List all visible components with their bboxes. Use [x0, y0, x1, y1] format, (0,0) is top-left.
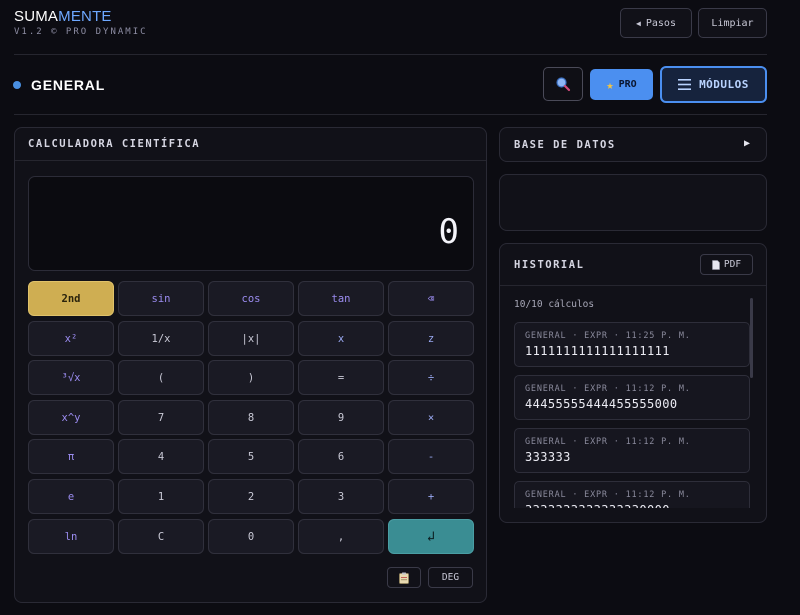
- cube-root-key[interactable]: ³√x: [28, 360, 114, 395]
- digit-7-key[interactable]: 7: [118, 400, 204, 435]
- calculator-title: CALCULADORA CIENTÍFICA: [28, 138, 201, 150]
- power-key[interactable]: x^y: [28, 400, 114, 435]
- digit-5-key[interactable]: 5: [208, 439, 294, 474]
- pro-label: PRO: [618, 79, 637, 90]
- search-button[interactable]: [543, 67, 583, 101]
- brand-part1: SUMA: [14, 8, 59, 25]
- cos-key[interactable]: cos: [208, 281, 294, 316]
- angle-mode-button[interactable]: DEG: [428, 567, 473, 588]
- history-item[interactable]: GENERAL · EXPR · 11:25 P. M. 11111111111…: [514, 322, 750, 367]
- pro-button[interactable]: ★ PRO: [590, 69, 653, 100]
- second-function-key[interactable]: 2nd: [28, 281, 114, 316]
- multiply-key[interactable]: ×: [388, 400, 474, 435]
- database-title: BASE DE DATOS: [514, 139, 616, 151]
- modules-label: MÓDULOS: [699, 78, 749, 91]
- clear-button[interactable]: Limpiar: [698, 8, 767, 38]
- header-divider: [14, 54, 767, 55]
- clear-key[interactable]: C: [118, 519, 204, 554]
- history-item-meta: GENERAL · EXPR · 11:25 P. M.: [525, 331, 691, 341]
- subtract-key[interactable]: -: [388, 439, 474, 474]
- open-paren-key[interactable]: (: [118, 360, 204, 395]
- history-scrollbar[interactable]: [750, 298, 753, 378]
- clipboard-icon: [399, 572, 409, 584]
- history-item-meta: GENERAL · EXPR · 11:12 P. M.: [525, 490, 691, 500]
- expand-arrow-icon[interactable]: ▶: [744, 138, 750, 149]
- reciprocal-key[interactable]: 1/x: [118, 321, 204, 356]
- calculator-display: 0: [28, 176, 474, 271]
- equals-key[interactable]: =: [298, 360, 384, 395]
- digit-2-key[interactable]: 2: [208, 479, 294, 514]
- history-item-meta: GENERAL · EXPR · 11:12 P. M.: [525, 437, 691, 447]
- section-title: GENERAL: [31, 77, 106, 93]
- digit-4-key[interactable]: 4: [118, 439, 204, 474]
- version-label: V1.2 © PRO DYNAMIC: [14, 27, 148, 37]
- digit-1-key[interactable]: 1: [118, 479, 204, 514]
- x-variable-key[interactable]: x: [298, 321, 384, 356]
- history-item-meta: GENERAL · EXPR · 11:12 P. M.: [525, 384, 691, 394]
- history-item[interactable]: GENERAL · EXPR · 11:12 P. M. 44455555444…: [514, 375, 750, 420]
- digit-6-key[interactable]: 6: [298, 439, 384, 474]
- tan-key[interactable]: tan: [298, 281, 384, 316]
- backspace-key[interactable]: ⌫: [388, 281, 474, 316]
- history-divider: [500, 285, 766, 286]
- absolute-value-key[interactable]: |x|: [208, 321, 294, 356]
- digit-8-key[interactable]: 8: [208, 400, 294, 435]
- steps-button[interactable]: ◀ Pasos: [620, 8, 692, 38]
- history-item-value: 3333333333333330000: [525, 503, 739, 508]
- history-item-value: 333333: [525, 450, 571, 464]
- history-count: 10/10 cálculos: [514, 299, 595, 310]
- export-pdf-button[interactable]: PDF: [700, 254, 753, 275]
- square-key[interactable]: x²: [28, 321, 114, 356]
- close-paren-key[interactable]: ): [208, 360, 294, 395]
- notes-button[interactable]: [387, 567, 421, 588]
- divide-key[interactable]: ÷: [388, 360, 474, 395]
- decimal-comma-key[interactable]: ,: [298, 519, 384, 554]
- digit-3-key[interactable]: 3: [298, 479, 384, 514]
- menu-icon: [678, 79, 692, 90]
- enter-key[interactable]: ↲: [388, 519, 474, 554]
- star-icon: ★: [606, 77, 614, 92]
- sin-key[interactable]: sin: [118, 281, 204, 316]
- history-title: HISTORIAL: [514, 259, 585, 271]
- calculator-divider: [15, 160, 486, 161]
- document-icon: [712, 259, 720, 270]
- euler-key[interactable]: e: [28, 479, 114, 514]
- ln-key[interactable]: ln: [28, 519, 114, 554]
- toolbar-divider: [14, 114, 767, 115]
- history-list: GENERAL · EXPR · 11:25 P. M. 11111111111…: [514, 322, 750, 508]
- back-arrow-icon: ◀: [636, 18, 641, 28]
- modules-button[interactable]: MÓDULOS: [660, 66, 767, 103]
- app-logo: SUMAMENTE: [14, 8, 112, 25]
- steps-label: Pasos: [645, 17, 676, 29]
- digit-9-key[interactable]: 9: [298, 400, 384, 435]
- pdf-label: PDF: [723, 259, 742, 270]
- add-key[interactable]: +: [388, 479, 474, 514]
- search-icon: [556, 77, 571, 92]
- pi-key[interactable]: π: [28, 439, 114, 474]
- database-content-panel: [499, 174, 767, 231]
- history-item[interactable]: GENERAL · EXPR · 11:12 P. M. 33333333333…: [514, 481, 750, 508]
- display-value: 0: [438, 212, 459, 252]
- z-variable-key[interactable]: z: [388, 321, 474, 356]
- brand-part2: MENTE: [58, 8, 112, 25]
- history-item-value: 44455555444455555000: [525, 397, 678, 411]
- digit-0-key[interactable]: 0: [208, 519, 294, 554]
- history-item[interactable]: GENERAL · EXPR · 11:12 P. M. 333333: [514, 428, 750, 473]
- history-item-value: 1111111111111111111: [525, 344, 670, 358]
- section-indicator-dot: [13, 81, 21, 89]
